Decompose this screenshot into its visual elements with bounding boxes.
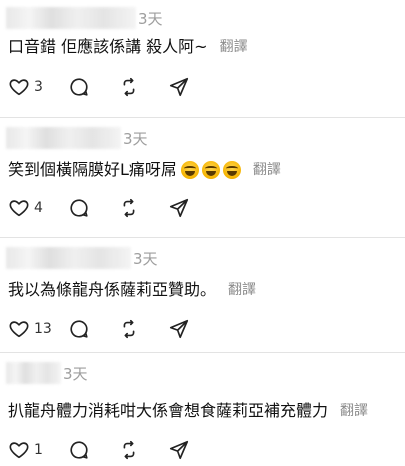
comment-header: 3天 [6,6,163,30]
send-icon [169,319,189,339]
comment-text: 扒龍舟體力消耗咁大係會想食薩莉亞補充體力 [8,401,329,420]
comment-header: 3天 [6,126,148,150]
share-button[interactable] [168,439,190,461]
comment-item: 3天 扒龍舟體力消耗咁大係會想食薩莉亞補充體力 翻譯 1 [0,353,405,466]
face-with-tears-of-joy-icon [222,161,241,179]
timestamp: 3天 [138,9,163,28]
translate-link[interactable]: 翻譯 [220,36,248,58]
share-button[interactable] [168,197,190,219]
share-button[interactable] [168,318,190,340]
repost-button[interactable] [118,197,168,219]
comment-item: 3天 口音錯 佢應該係講 殺人阿~ 翻譯 3 [0,0,405,118]
send-icon [169,440,189,460]
like-button[interactable]: 3 [8,76,68,98]
like-count: 3 [34,79,43,95]
face-with-tears-of-joy-icon [201,161,220,179]
reply-button[interactable] [68,76,118,98]
username-blurred[interactable] [6,247,131,269]
face-with-tears-of-joy-icon [180,161,199,179]
reply-button[interactable] [68,439,118,461]
repost-icon [123,440,135,460]
username-blurred[interactable] [6,362,61,384]
comment-body: 扒龍舟體力消耗咁大係會想食薩莉亞補充體力 翻譯 [8,400,368,422]
action-bar: 1 [8,439,190,461]
repost-button[interactable] [118,76,168,98]
heart-icon [9,200,29,217]
share-button[interactable] [168,76,190,98]
comment-icon [70,320,88,338]
comment-item: 3天 笑到個橫隔膜好L痛呀屌 翻譯 4 [0,118,405,238]
timestamp: 3天 [133,249,158,268]
action-bar: 4 [8,197,190,219]
comment-icon [70,78,88,96]
action-bar: 3 [8,76,190,98]
comment-header: 3天 [6,246,158,270]
comment-feed: 3天 口音錯 佢應該係講 殺人阿~ 翻譯 3 3天 笑到個橫隔膜好L痛呀屌 翻譯… [0,0,405,466]
repost-icon [123,77,135,97]
comment-text: 我以為條龍舟係薩莉亞贊助。 [8,280,217,299]
like-count: 13 [34,321,52,337]
comment-icon [70,199,88,217]
timestamp: 3天 [63,364,88,383]
comment-body: 我以為條龍舟係薩莉亞贊助。 翻譯 [8,279,256,301]
heart-icon [9,442,29,459]
comment-text: 口音錯 佢應該係講 殺人阿~ [8,37,208,56]
repost-icon [123,319,135,339]
username-blurred[interactable] [6,127,121,149]
timestamp: 3天 [123,129,148,148]
like-button[interactable]: 13 [8,318,68,340]
username-blurred[interactable] [6,7,136,29]
heart-icon [9,79,29,96]
translate-link[interactable]: 翻譯 [253,159,281,181]
comment-body: 口音錯 佢應該係講 殺人阿~ 翻譯 [8,36,248,58]
comment-body: 笑到個橫隔膜好L痛呀屌 翻譯 [8,159,281,181]
send-icon [169,198,189,218]
repost-icon [123,198,135,218]
reply-button[interactable] [68,318,118,340]
comment-text: 笑到個橫隔膜好L痛呀屌 [8,160,177,179]
comment-icon [70,441,88,459]
repost-button[interactable] [118,439,168,461]
like-count: 1 [34,442,43,458]
like-button[interactable]: 4 [8,197,68,219]
send-icon [169,77,189,97]
heart-icon [9,321,29,338]
translate-link[interactable]: 翻譯 [340,400,368,422]
comment-item: 3天 我以為條龍舟係薩莉亞贊助。 翻譯 13 [0,238,405,353]
comment-header: 3天 [6,361,88,385]
like-button[interactable]: 1 [8,439,68,461]
action-bar: 13 [8,318,190,340]
repost-button[interactable] [118,318,168,340]
translate-link[interactable]: 翻譯 [228,279,256,301]
reply-button[interactable] [68,197,118,219]
like-count: 4 [34,200,43,216]
